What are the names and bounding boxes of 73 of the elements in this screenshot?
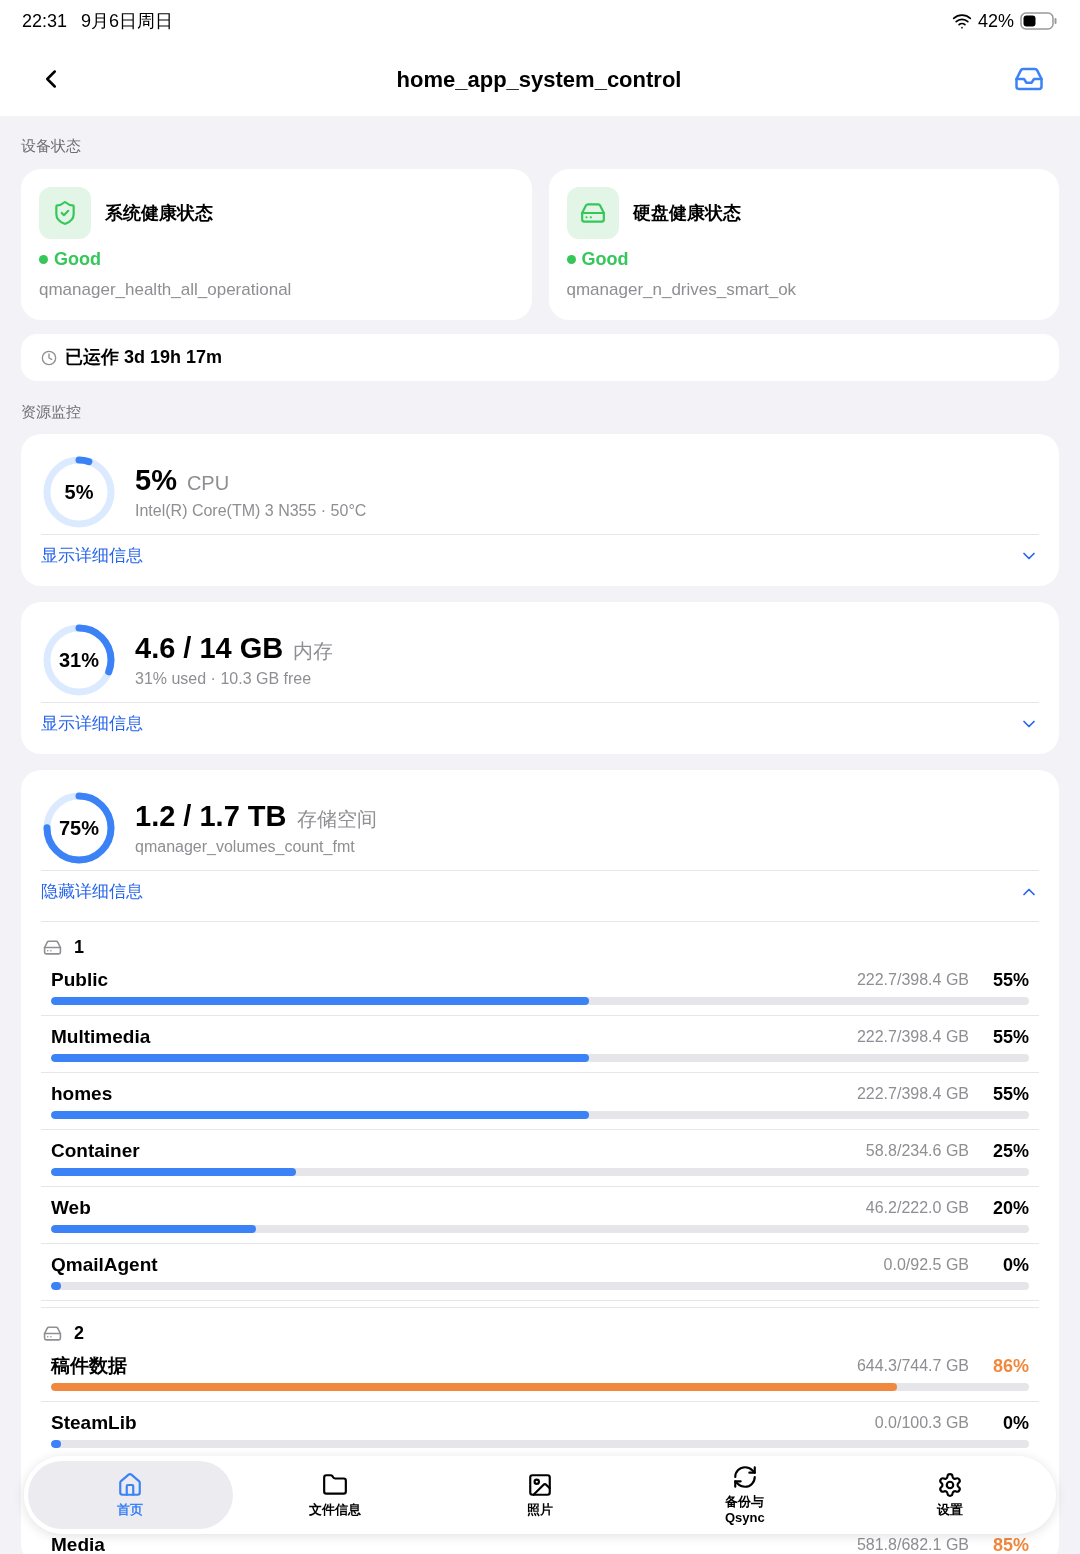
volume-usage: 0.0/100.3 GB <box>874 1413 969 1433</box>
sync-icon <box>731 1464 758 1490</box>
volume-usage: 46.2/222.0 GB <box>865 1198 969 1218</box>
volume-percent: 25% <box>991 1140 1029 1162</box>
page-title: home_app_system_control <box>395 65 683 94</box>
pool-name: 2 <box>74 1322 84 1345</box>
tab-item[interactable]: 照片 <box>437 1461 643 1529</box>
details-toggle[interactable]: 显示详细信息 <box>41 703 1039 745</box>
section-label: 设备状态 <box>21 136 82 156</box>
volume-name: Multimedia <box>51 1026 151 1048</box>
resource-detail: qmanager_volumes_count_fmt <box>135 837 356 857</box>
resource-detail: 31% used · 10.3 GB free <box>135 669 313 689</box>
resource-label: 存储空间 <box>296 807 377 831</box>
volume-usage: 222.7/398.4 GB <box>856 1027 969 1047</box>
volume-percent: 55% <box>991 1026 1029 1048</box>
uptime-text: 已运作 3d 19h 17m <box>65 346 223 369</box>
volume-percent: 0% <box>1002 1412 1029 1434</box>
volume-usage: 222.7/398.4 GB <box>856 970 969 990</box>
volume-percent: 20% <box>991 1197 1029 1219</box>
folder-icon <box>322 1472 349 1498</box>
drive-icon <box>43 1323 62 1343</box>
volume-name: QmailAgent <box>51 1254 158 1276</box>
ring-percent: 75% <box>59 817 99 839</box>
ring-percent: 31% <box>59 649 99 671</box>
details-toggle[interactable]: 显示详细信息 <box>41 535 1039 577</box>
section-label: 资源监控 <box>21 402 82 422</box>
card-title: 系统健康状态 <box>105 201 213 225</box>
health-status: Good <box>581 248 629 271</box>
volume-name: Container <box>51 1140 140 1162</box>
volume-usage: 581.8/682.1 GB <box>856 1536 969 1554</box>
home-icon <box>117 1472 144 1498</box>
health-detail: qmanager_health_all_operational <box>39 279 293 301</box>
tab-item[interactable]: 设置 <box>847 1461 1052 1529</box>
resource-value: 1.2 / 1.7 TB <box>135 799 287 833</box>
volume-percent: 55% <box>991 1083 1029 1105</box>
image-icon <box>527 1472 553 1498</box>
resource-label: 内存 <box>293 639 334 663</box>
volume-usage: 222.7/398.4 GB <box>856 1084 969 1104</box>
volume-name: homes <box>51 1083 113 1105</box>
card-title: 硬盘健康状态 <box>632 201 741 225</box>
details-toggle[interactable]: 隐藏详细信息 <box>41 871 1039 913</box>
status-date: 9月6日周日 <box>81 9 174 33</box>
volume-percent: 55% <box>991 969 1029 991</box>
resource-detail: Intel(R) Core(TM) 3 N355 · 50°C <box>135 501 367 521</box>
drive-icon <box>566 187 619 239</box>
wifi-icon <box>951 11 972 31</box>
settings-icon <box>936 1472 963 1498</box>
resource-label: CPU <box>186 471 230 495</box>
volume-percent: 0% <box>1002 1254 1029 1276</box>
pool-name: 1 <box>74 936 84 959</box>
tab-item[interactable]: 文件信息 <box>232 1461 438 1529</box>
health-detail: qmanager_n_drives_smart_ok <box>566 279 798 301</box>
drive-icon <box>43 937 62 957</box>
battery-icon <box>1020 12 1058 30</box>
volume-name: Media <box>51 1536 105 1554</box>
resource-value: 5% <box>135 463 177 497</box>
tab-item[interactable]: 备份与 Qsync <box>642 1461 848 1529</box>
health-status: Good <box>54 248 101 271</box>
volume-usage: 644.3/744.7 GB <box>856 1356 969 1376</box>
clock-icon <box>41 349 57 366</box>
shield-check-icon <box>39 187 91 239</box>
volume-percent: 86% <box>991 1355 1029 1377</box>
volume-name: Public <box>51 969 108 991</box>
volume-usage: 0.0/92.5 GB <box>883 1255 969 1275</box>
volume-percent: 85% <box>991 1536 1029 1554</box>
resource-value: 4.6 / 14 GB <box>135 631 284 665</box>
volume-name: SteamLib <box>51 1412 137 1434</box>
volume-usage: 58.8/234.6 GB <box>865 1141 969 1161</box>
volume-name: Web <box>51 1197 91 1219</box>
battery-percent: 42% <box>977 9 1014 33</box>
status-time: 22:31 <box>22 9 68 33</box>
ring-percent: 5% <box>64 481 94 503</box>
volume-name: 稿件数据 <box>51 1355 127 1377</box>
